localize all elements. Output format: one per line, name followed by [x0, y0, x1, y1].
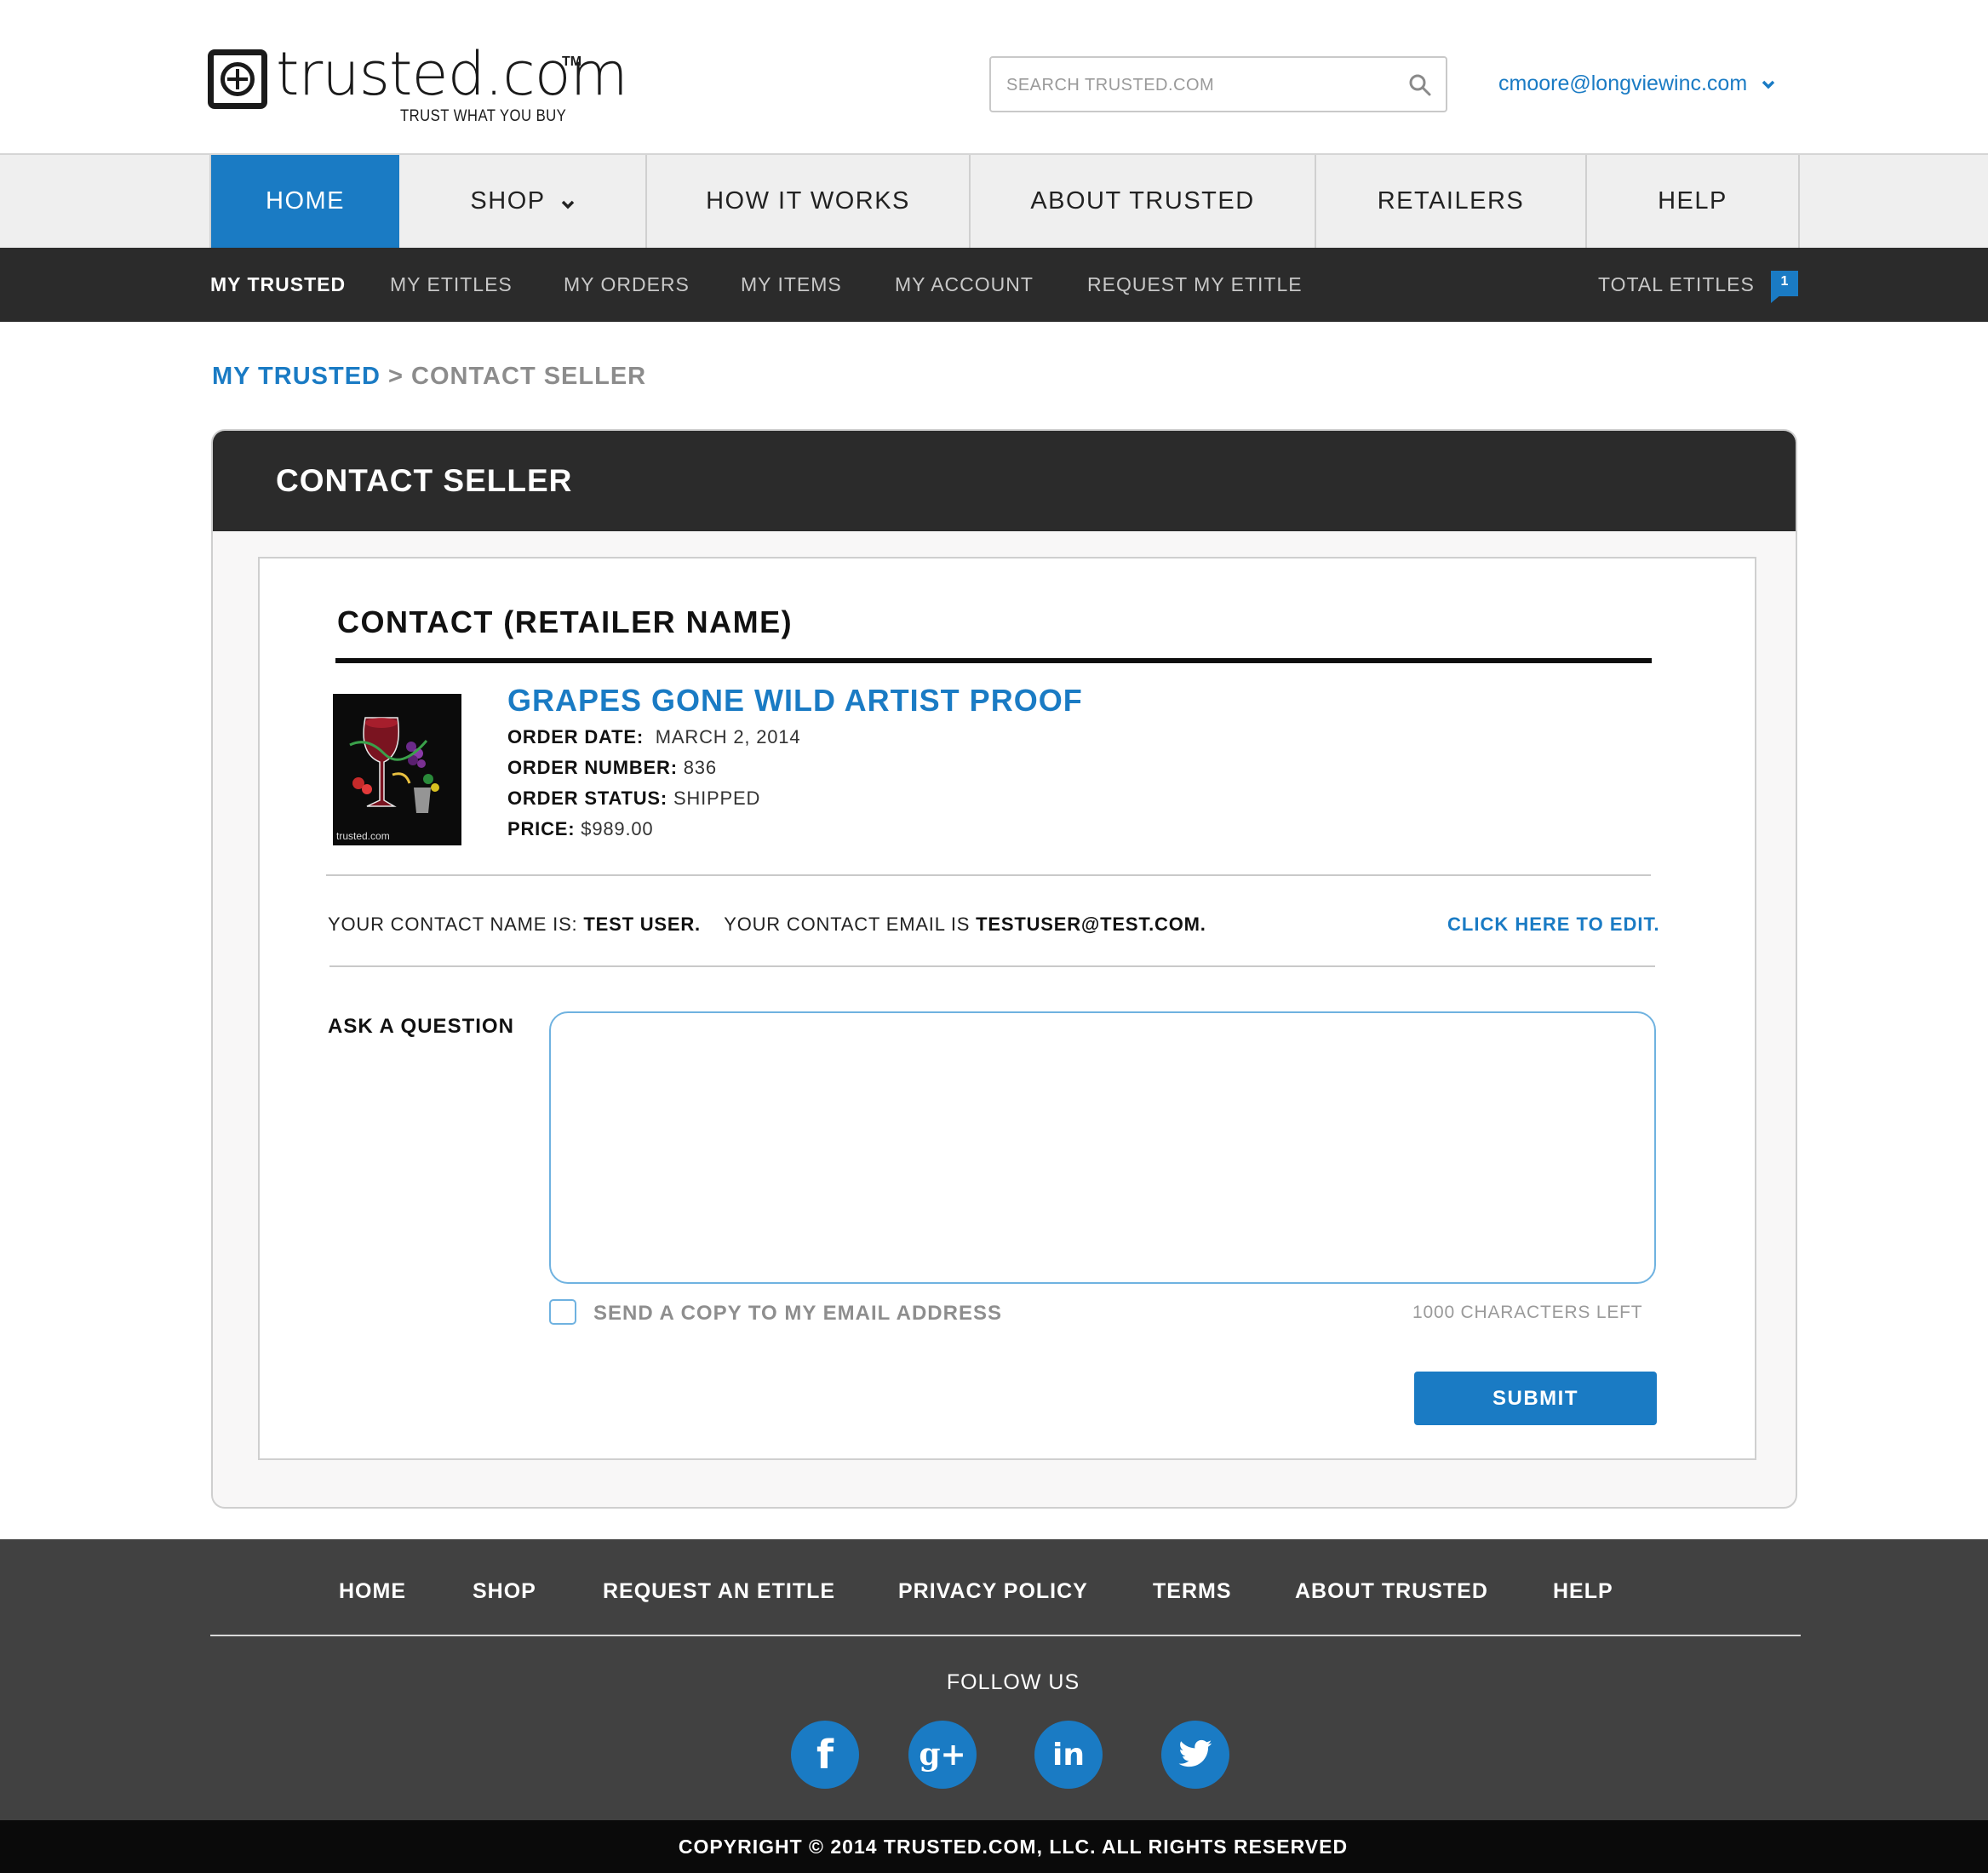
- breadcrumb-my-trusted[interactable]: MY TRUSTED: [212, 363, 381, 390]
- subnav-my-etitles[interactable]: MY ETITLES: [390, 248, 513, 322]
- order-status-row: ORDER STATUS: SHIPPED: [507, 788, 761, 809]
- ask-question-label: ASK A QUESTION: [328, 1015, 514, 1038]
- nav-retailers[interactable]: RETAILERS: [1316, 155, 1587, 248]
- panel-title: CONTACT SELLER: [276, 463, 573, 498]
- order-date-value: MARCH 2, 2014: [655, 726, 801, 747]
- footer-link-request-etitle[interactable]: REQUEST AN ETITLE: [603, 1579, 835, 1604]
- contact-name-value: TEST USER.: [583, 914, 701, 935]
- main-navigation: HOME SHOP HOW IT WORKS ABOUT TRUSTED RET…: [0, 153, 1988, 248]
- question-textarea[interactable]: [549, 1011, 1656, 1284]
- order-number-value: 836: [683, 757, 717, 778]
- price-value: $989.00: [581, 818, 654, 839]
- contact-info-line: YOUR CONTACT NAME IS: TEST USER. YOUR CO…: [328, 914, 1206, 935]
- logo-tagline: TRUST WHAT YOU BUY: [400, 107, 567, 125]
- facebook-icon[interactable]: f: [791, 1721, 859, 1789]
- nav-how-it-works[interactable]: HOW IT WORKS: [647, 155, 971, 248]
- price-row: PRICE: $989.00: [507, 818, 654, 839]
- user-account-menu[interactable]: cmoore@longviewinc.com: [1498, 72, 1775, 96]
- search-input[interactable]: [1006, 70, 1381, 100]
- footer-link-privacy-policy[interactable]: PRIVACY POLICY: [898, 1579, 1088, 1604]
- subnav-my-orders[interactable]: MY ORDERS: [564, 248, 690, 322]
- copyright-text: COPYRIGHT © 2014 TRUSTED.COM, LLC. ALL R…: [678, 1836, 1349, 1858]
- twitter-icon[interactable]: [1161, 1721, 1229, 1789]
- footer-link-home[interactable]: HOME: [339, 1579, 406, 1604]
- total-etitles-label[interactable]: TOTAL ETITLES: [1598, 248, 1755, 322]
- panel-header: CONTACT SELLER: [213, 431, 1796, 531]
- breadcrumb-current: CONTACT SELLER: [411, 363, 647, 390]
- divider: [329, 965, 1655, 967]
- breadcrumb: MY TRUSTED > CONTACT SELLER: [212, 363, 646, 391]
- account-subnav: MY TRUSTED MY ETITLES MY ORDERS MY ITEMS…: [0, 248, 1988, 322]
- footer-link-about-trusted[interactable]: ABOUT TRUSTED: [1295, 1579, 1488, 1604]
- product-thumbnail[interactable]: trusted.com: [333, 694, 461, 845]
- nav-shop[interactable]: SHOP: [399, 155, 647, 248]
- contact-email-value: TESTUSER@TEST.COM.: [976, 914, 1206, 935]
- subnav-my-account[interactable]: MY ACCOUNT: [895, 248, 1034, 322]
- subnav-my-items[interactable]: MY ITEMS: [741, 248, 842, 322]
- footer-link-help[interactable]: HELP: [1553, 1579, 1613, 1604]
- site-header: trusted.com TM TRUST WHAT YOU BUY cmoore…: [0, 0, 1988, 153]
- breadcrumb-separator: >: [388, 363, 404, 390]
- etitles-count-badge: 1: [1771, 271, 1798, 296]
- trusted-logo[interactable]: trusted.com TM TRUST WHAT YOU BUY: [208, 39, 628, 133]
- title-divider: [335, 658, 1652, 663]
- logo-box-icon: [208, 49, 267, 109]
- thumbnail-caption: trusted.com: [336, 830, 390, 842]
- user-email: cmoore@longviewinc.com: [1498, 72, 1748, 95]
- contact-retailer-title: CONTACT (RETAILER NAME): [337, 604, 793, 639]
- footer-divider: [210, 1635, 1801, 1636]
- order-date-row: ORDER DATE: MARCH 2, 2014: [507, 726, 801, 747]
- nav-help[interactable]: HELP: [1587, 155, 1800, 248]
- logo-wordmark: trusted.com: [276, 39, 628, 109]
- characters-left-counter: 1000 CHARACTERS LEFT: [1412, 1303, 1643, 1322]
- linkedin-icon[interactable]: in: [1034, 1721, 1103, 1789]
- order-number-row: ORDER NUMBER: 836: [507, 757, 717, 778]
- copyright-bar: COPYRIGHT © 2014 TRUSTED.COM, LLC. ALL R…: [0, 1820, 1988, 1873]
- footer-link-shop[interactable]: SHOP: [473, 1579, 536, 1604]
- item-title-link[interactable]: GRAPES GONE WILD ARTIST PROOF: [507, 683, 1083, 719]
- nav-home[interactable]: HOME: [211, 155, 399, 248]
- nav-about-trusted[interactable]: ABOUT TRUSTED: [971, 155, 1316, 248]
- google-plus-icon[interactable]: g+: [908, 1721, 977, 1789]
- chevron-down-icon: [1762, 81, 1775, 89]
- search-box: [989, 56, 1447, 112]
- edit-contact-link[interactable]: CLICK HERE TO EDIT.: [1447, 914, 1660, 936]
- chevron-down-icon: [561, 200, 574, 209]
- subnav-request-my-etitle[interactable]: REQUEST MY ETITLE: [1087, 248, 1303, 322]
- footer-link-terms[interactable]: TERMS: [1153, 1579, 1232, 1604]
- artwork-image: [333, 694, 461, 845]
- send-copy-label[interactable]: SEND A COPY TO MY EMAIL ADDRESS: [593, 1302, 1002, 1326]
- logo-trademark: TM: [562, 54, 582, 69]
- search-icon[interactable]: [1408, 73, 1432, 97]
- submit-button[interactable]: SUBMIT: [1414, 1372, 1657, 1425]
- order-status-value: SHIPPED: [673, 788, 761, 809]
- send-copy-checkbox[interactable]: [549, 1299, 576, 1325]
- divider: [326, 874, 1651, 876]
- subnav-my-trusted[interactable]: MY TRUSTED: [210, 248, 346, 322]
- follow-us-label: FOLLOW US: [946, 1670, 1080, 1694]
